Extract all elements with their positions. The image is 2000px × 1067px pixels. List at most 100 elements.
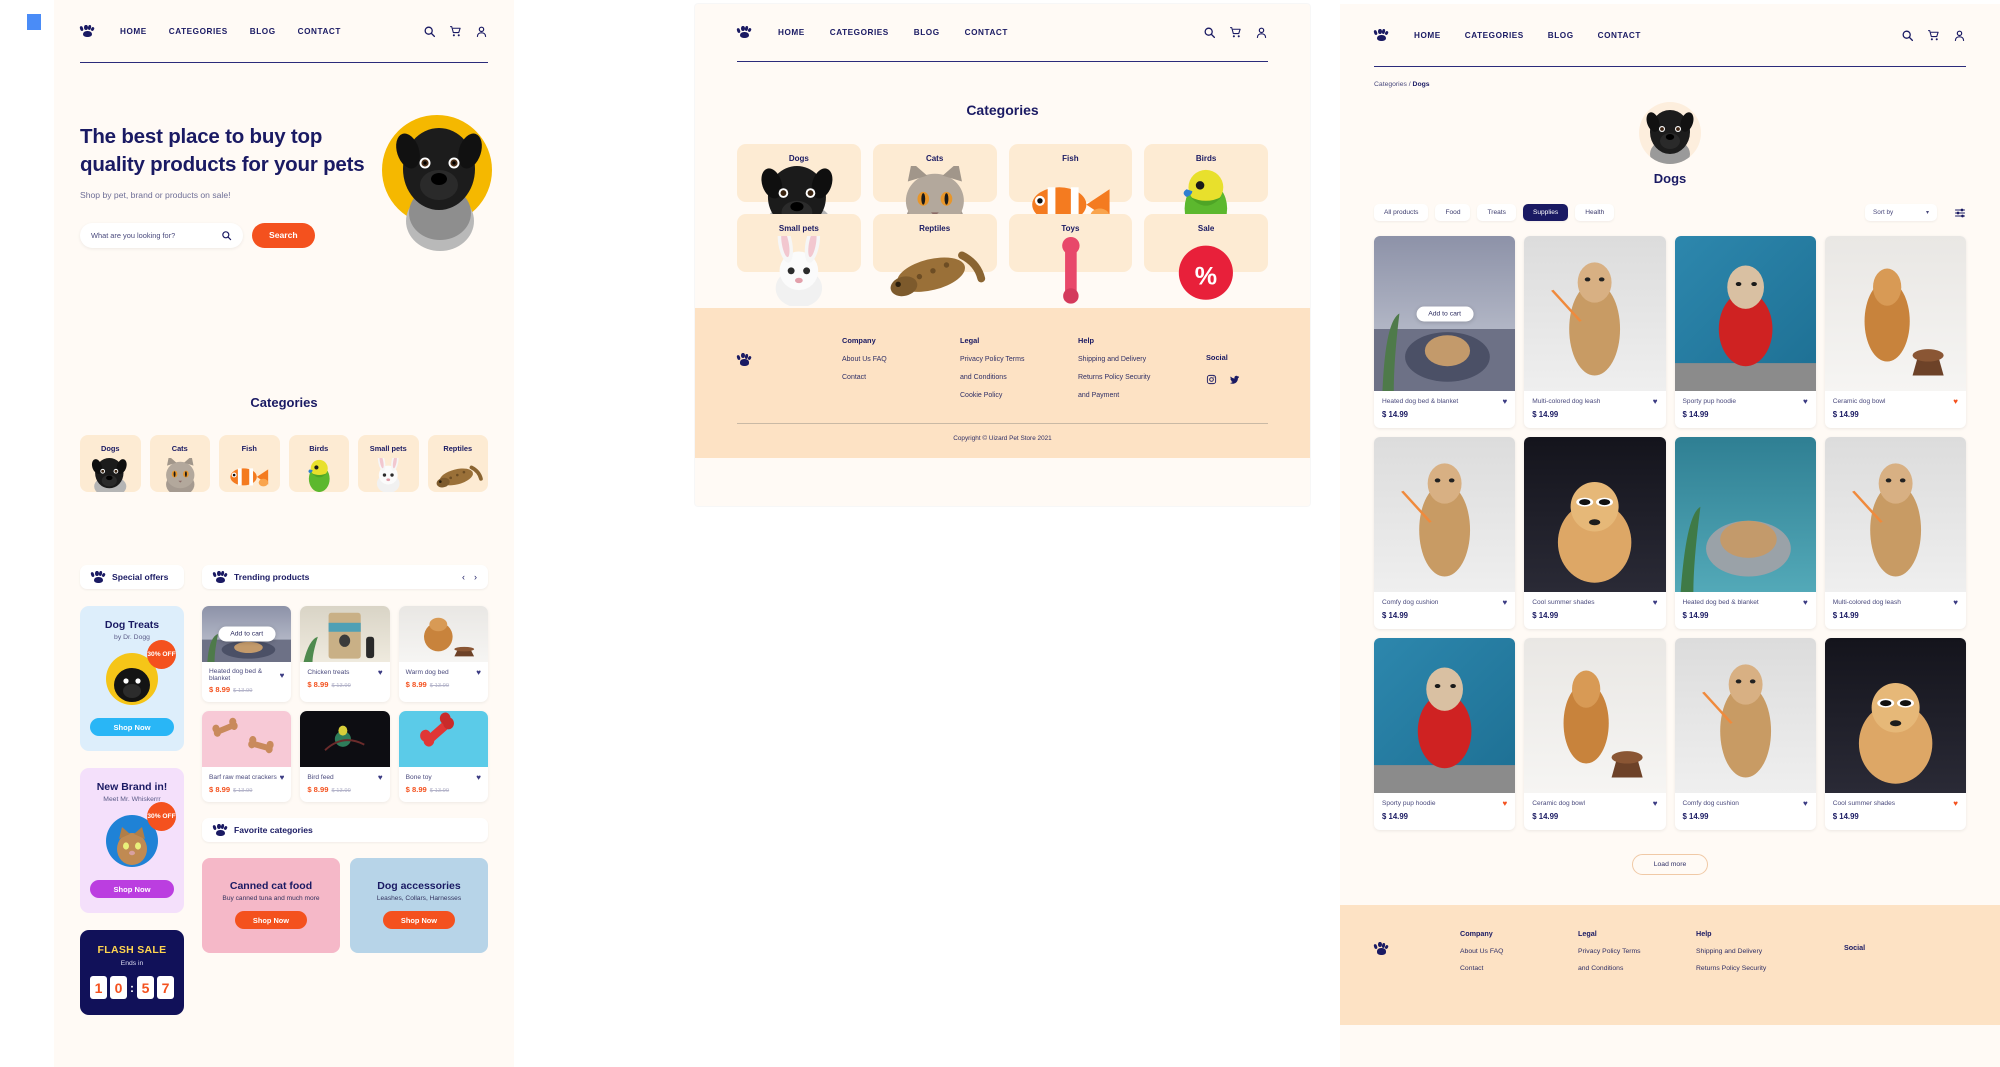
- user-icon[interactable]: [475, 25, 488, 38]
- footer-link[interactable]: Returns Policy Security: [1078, 374, 1196, 381]
- product-card[interactable]: Ceramic dog bowl ♥ $ 14.99: [1824, 236, 1966, 429]
- filter-chip-supplies[interactable]: Supplies: [1522, 204, 1569, 222]
- product-card[interactable]: Bird feed ♥ $ 8.99 $ 13.99: [300, 711, 390, 803]
- carousel-prev-icon[interactable]: ‹: [462, 572, 465, 582]
- add-to-cart-button[interactable]: Add to cart: [1416, 306, 1474, 322]
- sliders-icon[interactable]: [1954, 207, 1966, 219]
- footer-link[interactable]: and Conditions: [960, 374, 1078, 381]
- offer-card-dog-treats[interactable]: Dog Treats by Dr. Dogg 30% OFF Shop Now: [80, 606, 184, 752]
- paw-logo-icon[interactable]: [736, 26, 753, 39]
- footer-link[interactable]: Returns Policy Security: [1696, 965, 1814, 972]
- favorite-heart-icon[interactable]: ♥: [476, 668, 481, 677]
- nav-item-contact[interactable]: CONTACT: [298, 27, 341, 36]
- footer-link[interactable]: Privacy Policy Terms: [960, 356, 1078, 363]
- cart-icon[interactable]: [1229, 26, 1242, 39]
- favorite-heart-icon[interactable]: ♥: [280, 671, 285, 680]
- favorite-heart-icon[interactable]: ♥: [1803, 598, 1808, 607]
- search-icon[interactable]: [1901, 29, 1914, 42]
- user-icon[interactable]: [1953, 29, 1966, 42]
- product-card[interactable]: Chicken treats ♥ $ 8.99 $ 13.99: [300, 606, 390, 703]
- product-card[interactable]: Sporty pup hoodie ♥ $ 14.99: [1374, 638, 1516, 831]
- search-box[interactable]: [80, 222, 243, 248]
- paw-logo-icon[interactable]: [79, 24, 96, 38]
- breadcrumb-parent[interactable]: Categories: [1374, 81, 1407, 88]
- nav-item-blog[interactable]: BLOG: [1548, 31, 1574, 40]
- cart-icon[interactable]: [449, 25, 462, 38]
- favorite-heart-icon[interactable]: ♥: [1653, 598, 1658, 607]
- filter-chip-treats[interactable]: Treats: [1477, 204, 1516, 222]
- product-card[interactable]: Add to cart Heated dog bed & blanket ♥ $…: [202, 606, 292, 703]
- product-card[interactable]: Cool summer shades ♥ $ 14.99: [1524, 437, 1666, 630]
- favorite-heart-icon[interactable]: ♥: [378, 668, 383, 677]
- favorite-heart-icon[interactable]: ♥: [1803, 799, 1808, 808]
- nav-item-categories[interactable]: CATEGORIES: [830, 28, 889, 37]
- favorite-heart-icon[interactable]: ♥: [1953, 397, 1958, 406]
- footer-link[interactable]: and Conditions: [1578, 965, 1696, 972]
- product-card[interactable]: Cool summer shades ♥ $ 14.99: [1824, 638, 1966, 831]
- nav-item-home[interactable]: HOME: [1414, 31, 1441, 40]
- product-card[interactable]: Multi-colored dog leash ♥ $ 14.99: [1524, 236, 1666, 429]
- footer-link[interactable]: Contact: [842, 374, 960, 381]
- product-card[interactable]: Heated dog bed & blanket ♥ $ 14.99: [1674, 437, 1816, 630]
- category-card-reptiles[interactable]: Reptiles: [427, 435, 488, 493]
- nav-item-categories[interactable]: CATEGORIES: [1465, 31, 1524, 40]
- shop-now-button[interactable]: Shop Now: [383, 911, 455, 930]
- product-card[interactable]: Comfy dog cushion ♥ $ 14.99: [1374, 437, 1516, 630]
- category-card-fish[interactable]: Fish: [1008, 144, 1133, 225]
- favorite-heart-icon[interactable]: ♥: [476, 773, 481, 782]
- nav-item-contact[interactable]: CONTACT: [1598, 31, 1641, 40]
- nav-item-blog[interactable]: BLOG: [250, 27, 276, 36]
- load-more-button[interactable]: Load more: [1632, 854, 1708, 876]
- nav-item-blog[interactable]: BLOG: [914, 28, 940, 37]
- favorite-heart-icon[interactable]: ♥: [1503, 397, 1508, 406]
- filter-chip-food[interactable]: Food: [1435, 204, 1471, 222]
- footer-link[interactable]: and Payment: [1078, 392, 1196, 399]
- product-card[interactable]: Comfy dog cushion ♥ $ 14.99: [1674, 638, 1816, 831]
- category-card-birds[interactable]: Birds: [1144, 144, 1268, 236]
- favorite-heart-icon[interactable]: ♥: [280, 773, 285, 782]
- favorite-heart-icon[interactable]: ♥: [1953, 799, 1958, 808]
- footer-link[interactable]: About Us FAQ: [1460, 948, 1578, 955]
- carousel-next-icon[interactable]: ›: [474, 572, 477, 582]
- search-icon[interactable]: [423, 25, 436, 38]
- category-card-cats[interactable]: Cats: [872, 144, 997, 244]
- nav-item-home[interactable]: HOME: [778, 28, 805, 37]
- footer-link[interactable]: Shipping and Delivery: [1696, 948, 1814, 955]
- category-card-fish[interactable]: Fish: [219, 435, 280, 493]
- product-card[interactable]: Warm dog bed ♥ $ 8.99 $ 13.99: [398, 606, 488, 703]
- favorite-heart-icon[interactable]: ♥: [1503, 799, 1508, 808]
- search-icon[interactable]: [1203, 26, 1216, 39]
- offer-card-new-brand[interactable]: New Brand in! Meet Mr. Whiskerrr 30% OFF…: [80, 768, 184, 914]
- footer-link[interactable]: Privacy Policy Terms: [1578, 948, 1696, 955]
- instagram-icon[interactable]: [1206, 374, 1217, 385]
- category-card-sale[interactable]: Sale %: [1144, 214, 1268, 301]
- product-card[interactable]: Sporty pup hoodie ♥ $ 14.99: [1674, 236, 1816, 429]
- product-card[interactable]: Ceramic dog bowl ♥ $ 14.99: [1524, 638, 1666, 831]
- twitter-icon[interactable]: [1229, 374, 1240, 385]
- paw-logo-icon[interactable]: [1373, 28, 1390, 42]
- favorite-heart-icon[interactable]: ♥: [1953, 598, 1958, 607]
- category-card-dogs[interactable]: Dogs: [80, 435, 141, 498]
- favorite-heart-icon[interactable]: ♥: [1803, 397, 1808, 406]
- filter-chip-health[interactable]: Health: [1575, 204, 1615, 222]
- footer-link[interactable]: Shipping and Delivery: [1078, 356, 1196, 363]
- footer-link[interactable]: Contact: [1460, 965, 1578, 972]
- category-card-reptiles[interactable]: Reptiles: [872, 214, 997, 297]
- search-button[interactable]: Search: [252, 222, 315, 248]
- favorite-banner[interactable]: Canned cat food Buy canned tuna and much…: [202, 858, 340, 954]
- sort-by-dropdown[interactable]: Sort by ▾: [1865, 204, 1937, 222]
- cart-icon[interactable]: [1927, 29, 1940, 42]
- user-icon[interactable]: [1255, 26, 1268, 39]
- shop-now-button[interactable]: Shop Now: [90, 718, 174, 737]
- footer-link[interactable]: About Us FAQ: [842, 356, 960, 363]
- shop-now-button[interactable]: Shop Now: [235, 911, 307, 930]
- filter-chip-all-products[interactable]: All products: [1374, 204, 1429, 222]
- category-card-dogs[interactable]: Dogs: [737, 144, 861, 246]
- search-icon[interactable]: [221, 230, 232, 241]
- category-card-small-pets[interactable]: Small pets: [358, 435, 419, 494]
- favorite-heart-icon[interactable]: ♥: [378, 773, 383, 782]
- category-card-small-pets[interactable]: Small pets: [737, 214, 861, 308]
- product-card[interactable]: Barf raw meat crackers ♥ $ 8.99 $ 13.99: [202, 711, 292, 803]
- search-input[interactable]: [91, 230, 221, 240]
- favorite-heart-icon[interactable]: ♥: [1653, 397, 1658, 406]
